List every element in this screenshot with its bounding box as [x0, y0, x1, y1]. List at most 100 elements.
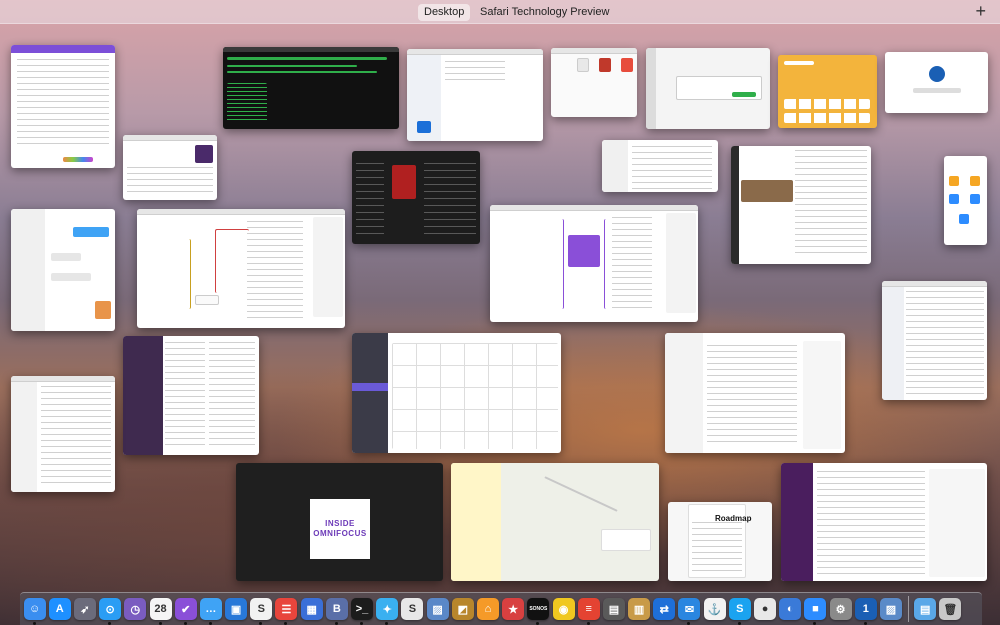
window-article[interactable] — [11, 376, 115, 492]
safari-icon[interactable]: ⊙ — [99, 598, 122, 625]
window-slack-notes[interactable] — [123, 336, 259, 455]
todoist-icon[interactable]: ≡ — [577, 598, 600, 625]
calendar-icon[interactable]: 28 — [149, 598, 172, 625]
archive-glyph: ▦ — [306, 603, 317, 616]
window-finder-list[interactable] — [882, 281, 987, 400]
terminal-glyph: >_ — [355, 603, 369, 615]
scrivener-s-icon[interactable]: S — [401, 598, 424, 620]
app-store-glyph: A — [55, 603, 64, 615]
screens-icon[interactable]: ▣ — [225, 598, 248, 620]
calendar-glyph: 28 — [154, 603, 167, 615]
sonos-icon[interactable]: SONOS — [527, 598, 550, 625]
notebook-glyph: ▤ — [608, 603, 620, 616]
scrivener-icon[interactable]: S — [250, 598, 273, 625]
image-viewer-icon[interactable]: ▨ — [426, 598, 449, 620]
ball-icon[interactable]: ● — [754, 598, 777, 620]
window-mail-list[interactable] — [11, 45, 115, 168]
bbedit-glyph: B — [332, 603, 341, 615]
omnifocus-glyph: ✔ — [181, 603, 191, 616]
window-contacts[interactable] — [602, 140, 718, 192]
window-music[interactable] — [352, 151, 480, 244]
archive-icon[interactable]: ▦ — [300, 598, 323, 620]
messages-glyph: … — [205, 603, 217, 615]
teamviewer-icon[interactable]: ⇄ — [653, 598, 676, 620]
sonos-glyph: SONOS — [529, 606, 548, 612]
window-calendar[interactable] — [352, 333, 561, 453]
dock-separator — [907, 596, 909, 622]
safari-glyph: ⊙ — [105, 603, 115, 616]
anchor-glyph: ⚓ — [707, 603, 722, 616]
photos-edit-glyph: ◩ — [457, 603, 468, 616]
ball-glyph: ● — [761, 603, 769, 615]
photos-edit-icon[interactable]: ◩ — [451, 598, 474, 620]
window-zoom[interactable] — [944, 156, 987, 245]
todoist-glyph: ≡ — [585, 603, 592, 615]
1password-glyph: 1 — [862, 603, 869, 615]
sketchbook-icon[interactable]: ▥ — [628, 598, 651, 620]
skype-glyph: S — [736, 603, 744, 615]
skype-icon[interactable]: S — [728, 598, 751, 625]
preview-icon[interactable]: ▨ — [879, 598, 902, 620]
anchor-icon[interactable]: ⚓ — [703, 598, 726, 620]
add-space-button[interactable]: + — [975, 1, 986, 22]
window-finder-apps[interactable] — [551, 48, 637, 117]
terminal-icon[interactable]: >_ — [351, 598, 374, 625]
vision-glyph: ◉ — [558, 603, 569, 616]
bbedit-icon[interactable]: B — [325, 598, 348, 625]
launchpad-glyph: ➶ — [80, 603, 90, 616]
messages-icon[interactable]: … — [199, 598, 222, 625]
window-mail-reader[interactable] — [123, 135, 217, 200]
clock-icon[interactable]: ◷ — [124, 598, 147, 620]
finder-glyph: ☺ — [28, 603, 41, 615]
window-terminal[interactable] — [223, 47, 399, 129]
trash-glyph: 🗑 — [943, 603, 958, 616]
launchpad-icon[interactable]: ➶ — [73, 598, 96, 620]
fantastical-glyph: ☰ — [281, 603, 292, 616]
window-home-app[interactable] — [778, 55, 877, 128]
window-things[interactable] — [665, 333, 845, 453]
omnifocus-icon[interactable]: ✔ — [174, 598, 197, 625]
window-inside-omnifocus[interactable]: INSIDE OMNIFOCUS — [236, 463, 443, 581]
fantastical-icon[interactable]: ☰ — [275, 598, 298, 625]
omnifocus-line-2: OMNIFOCUS — [313, 529, 367, 538]
vision-icon[interactable]: ◉ — [552, 598, 575, 620]
notebook-icon[interactable]: ▤ — [602, 598, 625, 620]
scrivener-glyph: S — [257, 603, 265, 615]
zoom-icon[interactable]: ■ — [804, 598, 827, 625]
zoom-glyph: ■ — [812, 603, 819, 615]
system-preferences-icon[interactable]: ⚙ — [829, 598, 852, 620]
window-slack-chat[interactable] — [781, 463, 987, 581]
image-viewer-glyph: ▨ — [432, 603, 443, 616]
reeder-glyph: ★ — [508, 603, 519, 616]
sketchbook-glyph: ▥ — [633, 603, 645, 616]
home-icon[interactable]: ⌂ — [476, 598, 499, 620]
window-dialog[interactable] — [646, 48, 770, 129]
window-mindmap-2[interactable] — [490, 205, 698, 322]
tweetbot-glyph: ✦ — [382, 603, 392, 616]
app-store-icon[interactable]: A — [48, 598, 71, 620]
roadmap-title: Roadmap — [715, 514, 752, 523]
space-tab-safari-technology-preview[interactable]: Safari Technology Preview — [474, 4, 615, 21]
window-tweetbot[interactable] — [731, 146, 871, 264]
finder-icon[interactable]: ☺ — [23, 598, 46, 625]
reeder-icon[interactable]: ★ — [502, 598, 525, 620]
scrivener-s-glyph: S — [408, 603, 417, 615]
preview-glyph: ▨ — [885, 603, 897, 616]
downloads-folder-icon[interactable]: ▤ — [914, 598, 937, 620]
window-messages[interactable] — [11, 209, 115, 331]
trash-icon[interactable]: 🗑 — [939, 598, 962, 620]
downloads-folder-glyph: ▤ — [919, 603, 931, 616]
window-1password[interactable] — [885, 52, 988, 113]
tweetbot-icon[interactable]: ✦ — [376, 598, 399, 625]
browser-glyph: ◐ — [786, 603, 794, 615]
space-tab-desktop[interactable]: Desktop — [418, 4, 471, 21]
spaces-bar: Desktop Safari Technology Preview + — [0, 0, 1000, 24]
airmail-icon[interactable]: ✉ — [678, 598, 701, 625]
window-teamviewer[interactable] — [407, 49, 543, 141]
browser-icon[interactable]: ◐ — [779, 598, 802, 620]
1password-icon[interactable]: 1 — [854, 598, 877, 625]
inside-omnifocus-cover: INSIDE OMNIFOCUS — [310, 499, 370, 559]
window-mindmap-1[interactable] — [137, 209, 345, 328]
window-maps[interactable] — [451, 463, 659, 581]
clock-glyph: ◷ — [130, 603, 141, 616]
